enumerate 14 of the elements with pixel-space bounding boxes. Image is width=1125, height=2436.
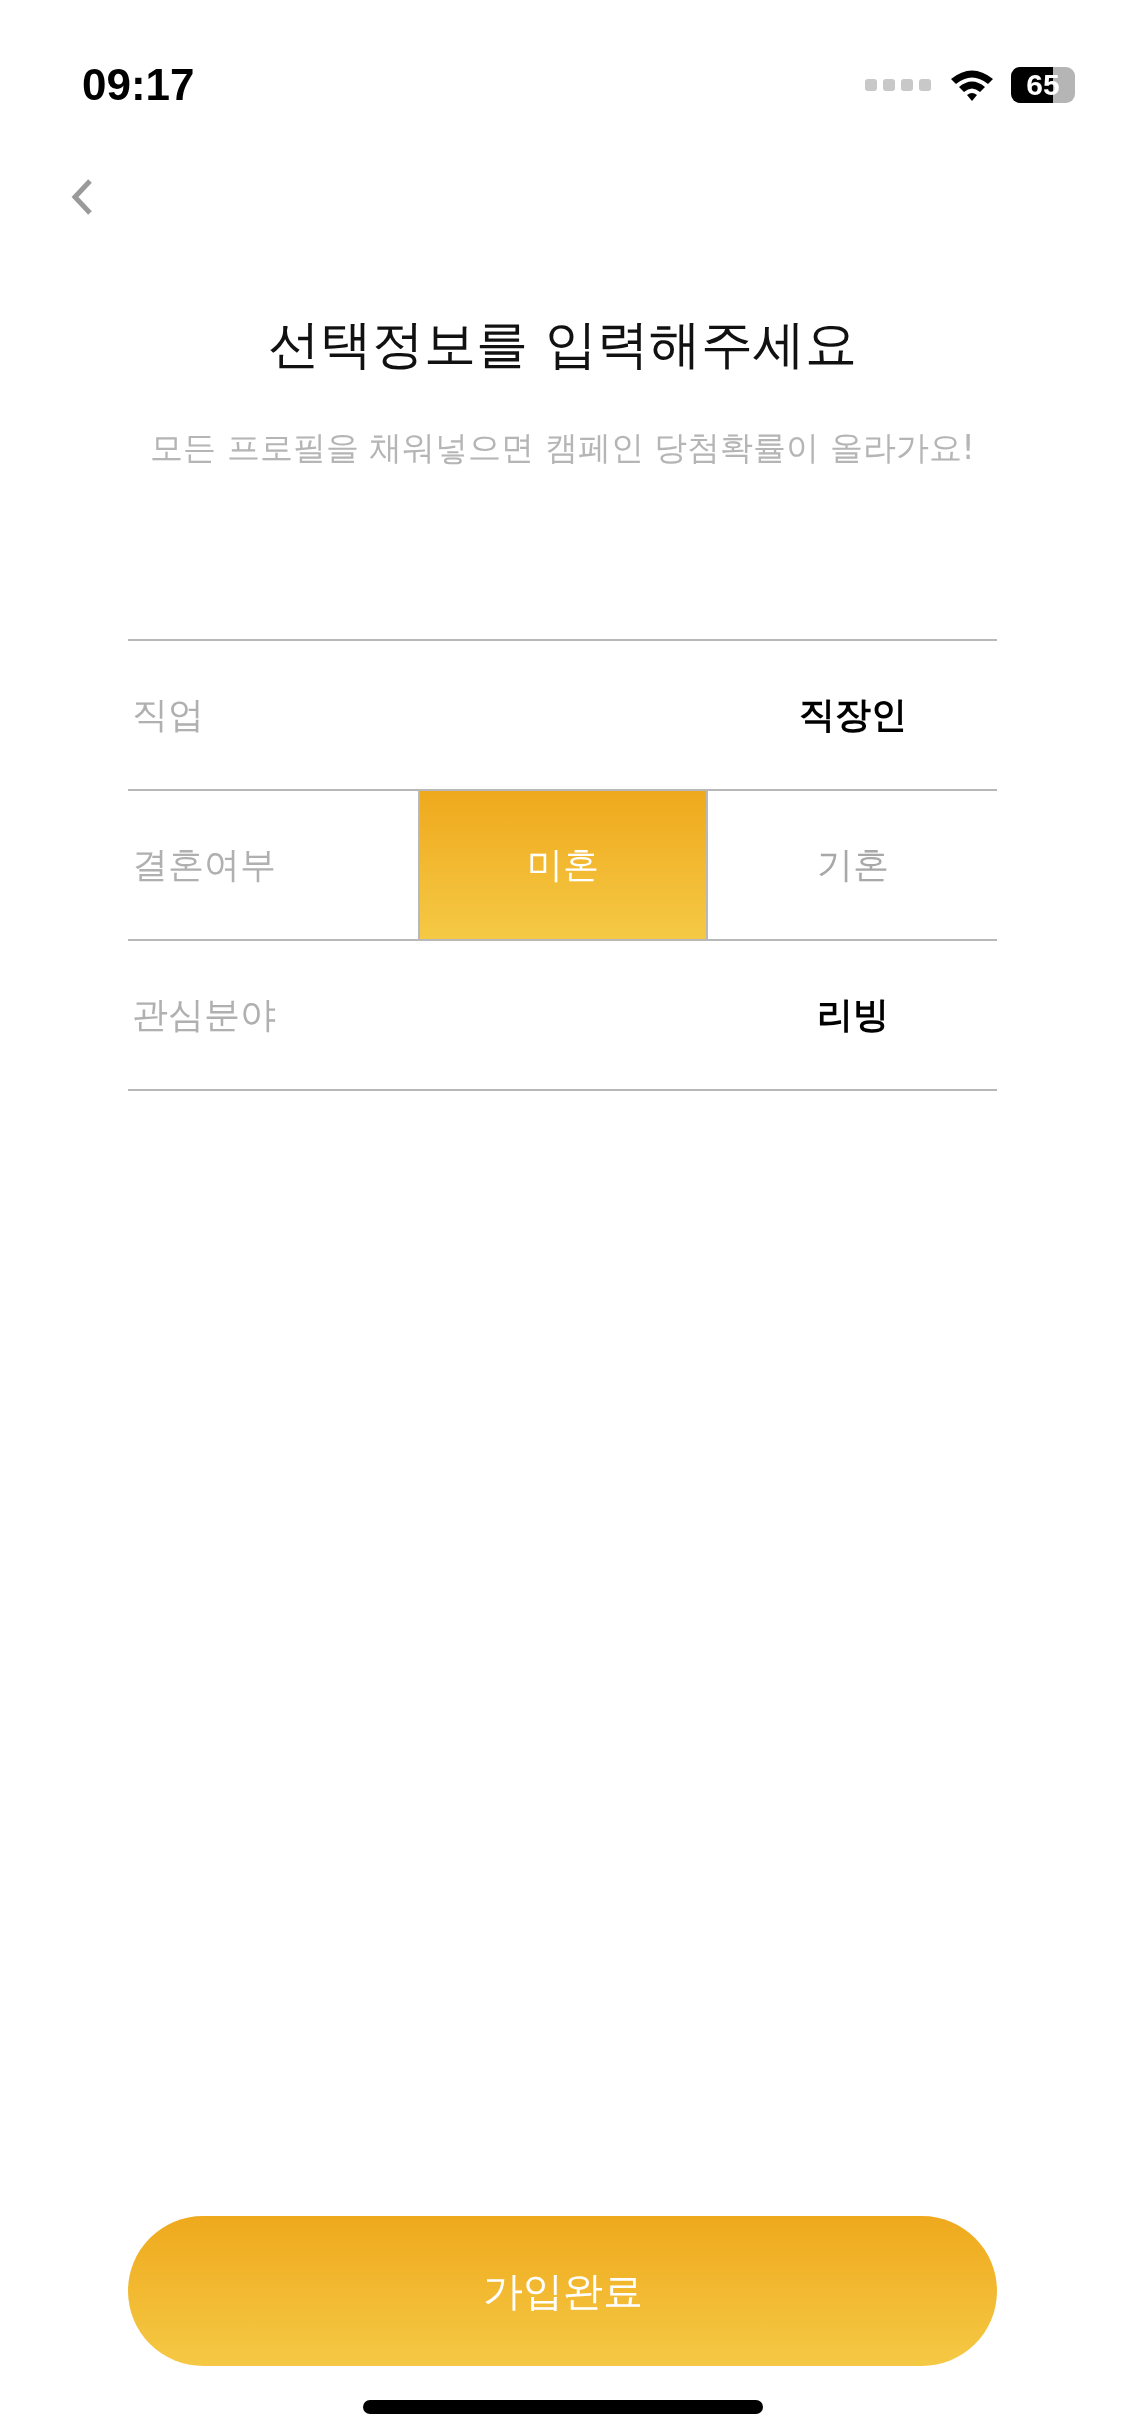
page-subtitle: 모든 프로필을 채워넣으면 캠페인 당첨확률이 올라가요! (150, 427, 975, 469)
field-value[interactable]: 직장인 (798, 690, 907, 740)
back-icon[interactable] (70, 178, 94, 216)
option-button[interactable]: 기혼 (708, 791, 997, 939)
field-label: 결혼여부 (131, 842, 277, 887)
option-button[interactable]: 미혼 (418, 791, 708, 939)
signal-icon (865, 76, 933, 94)
submit-button[interactable]: 가입완료 (128, 2216, 997, 2366)
field-label: 관심분야 (131, 992, 277, 1037)
status-time: 09:17 (82, 60, 195, 110)
field-label: 직업 (131, 692, 205, 737)
field-value[interactable]: 리빙 (816, 990, 889, 1040)
page-title: 선택정보를 입력해주세요 (268, 313, 857, 376)
wifi-icon (949, 68, 995, 102)
